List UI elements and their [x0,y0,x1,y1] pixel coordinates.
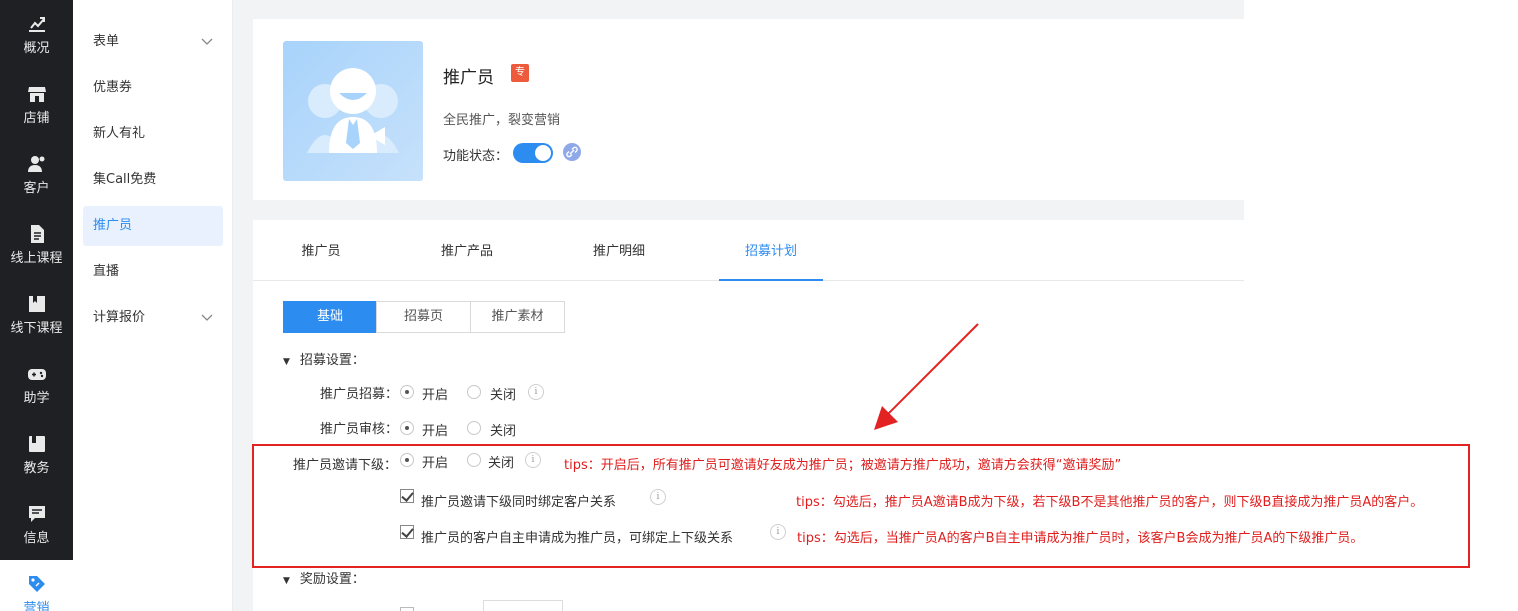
self-apply-checkbox[interactable] [400,525,414,539]
rail-item-label: 营销 [23,601,50,611]
rail-item-overview[interactable]: 概况 [0,0,73,62]
promoter-illustration [283,41,423,181]
submenu-item-label: 计算报价 [93,310,146,325]
bind-customer-tip: tips：勾选后，推广员A邀请B成为下级，若下级B不是其他推广员的客户，则下级B… [796,495,1424,510]
submenu-item-form[interactable]: 表单 [83,22,223,62]
invite-toggle-label: 推广员邀请下级： [293,458,398,473]
submenu-item-call-free[interactable]: 集Call免费 [83,160,223,200]
book-icon [28,436,45,452]
submenu-item-label: 直播 [93,264,120,279]
rail-item-study-aid[interactable]: 助学 [0,350,73,412]
rail-item-label: 助学 [23,391,50,406]
radio-label: 关闭 [488,456,515,471]
promoter-people-icon [307,68,399,153]
tab-bar: 推广员 推广产品 推广明细 招募计划 [253,220,1244,281]
review-toggle-label: 推广员审核： [320,422,399,437]
reward-settings-title[interactable]: ▼ 奖励设置： [283,568,365,587]
gamepad-icon [27,369,46,380]
info-icon[interactable]: i [770,524,786,540]
rail-item-label: 信息 [23,531,50,546]
submenu-item-label: 表单 [93,34,120,49]
review-off-radio[interactable] [467,421,481,435]
chart-trend-icon [28,17,45,32]
radio-label: 关闭 [490,424,517,439]
rail-item-label: 线下课程 [10,321,63,336]
app-info-card: 推广员 专 全民推广，裂变营销 功能状态： [253,19,1244,200]
section-title-text: 奖励设置： [299,572,365,587]
page-title: 推广员 [443,68,494,88]
invite-tip: tips：开启后，所有推广员可邀请好友成为推广员；被邀请方推广成功，邀请方会获得… [564,458,1122,473]
pro-badge: 专 [511,64,529,82]
link-icon[interactable] [563,143,581,161]
submenu-item-label: 推广员 [93,218,133,233]
reward-checkbox[interactable] [400,607,414,611]
submenu-item-coupon[interactable]: 优惠券 [83,68,223,108]
caret-down-icon: ▼ [283,357,290,367]
secondary-menu: 表单 优惠券 新人有礼 集Call免费 推广员 直播 计算报价 [73,0,233,611]
customers-icon [27,156,44,172]
feature-status-toggle[interactable] [513,143,553,163]
rail-item-online-course[interactable]: 线上课程 [0,210,73,272]
tag-icon [28,576,45,592]
radio-label: 关闭 [490,388,517,403]
rail-item-customers[interactable]: 客户 [0,140,73,202]
submenu-item-newcomer-gift[interactable]: 新人有礼 [83,114,223,154]
recruit-toggle-label: 推广员招募： [320,387,399,402]
rail-item-store[interactable]: 店铺 [0,70,73,132]
tab-recruitment-plan[interactable]: 招募计划 [719,220,823,281]
rail-item-label: 教务 [23,461,50,476]
segment-basic[interactable]: 基础 [283,301,377,333]
tab-promotion-details[interactable]: 推广明细 [579,220,659,281]
store-icon [27,87,46,102]
chevron-down-icon [201,298,213,355]
rail-item-label: 线上课程 [10,251,63,266]
review-on-radio[interactable] [400,421,414,435]
submenu-item-quote[interactable]: 计算报价 [83,298,223,338]
submenu-item-live[interactable]: 直播 [83,252,223,292]
recruit-settings-title[interactable]: ▼ 招募设置： [283,349,365,368]
segment-recruit-page[interactable]: 招募页 [376,301,471,333]
radio-label: 开启 [422,456,449,471]
reward-input[interactable] [483,600,563,611]
checkbox-label: 推广员的客户自主申请成为推广员，可绑定上下级关系 [421,531,734,546]
invite-on-radio[interactable] [400,453,414,467]
info-icon[interactable]: i [525,452,541,468]
rail-item-label: 店铺 [23,111,50,126]
rail-item-label: 概况 [23,41,50,56]
submenu-item-label: 优惠券 [93,80,133,95]
rail-item-label: 客户 [23,181,50,196]
tab-promoted-products[interactable]: 推广产品 [427,220,507,281]
info-icon[interactable]: i [650,489,666,505]
recruit-on-radio[interactable] [400,385,414,399]
document-icon [30,225,44,243]
segment-promo-material[interactable]: 推广素材 [470,301,565,333]
radio-label: 开启 [422,388,449,403]
tab-promoter[interactable]: 推广员 [281,220,361,281]
rail-item-academic[interactable]: 教务 [0,420,73,482]
rail-item-offline-course[interactable]: 线下课程 [0,280,73,342]
annotation-arrow-icon [874,323,979,430]
submenu-item-label: 集Call免费 [93,172,157,187]
invite-off-radio[interactable] [467,453,481,467]
submenu-item-label: 新人有礼 [93,126,146,141]
rail-item-message[interactable]: 信息 [0,490,73,552]
info-icon[interactable]: i [528,384,544,400]
caret-down-icon: ▼ [283,576,290,586]
app-description: 全民推广，裂变营销 [443,113,561,128]
message-icon [28,506,45,522]
recruit-off-radio[interactable] [467,385,481,399]
bind-customer-checkbox[interactable] [400,489,414,503]
checkbox-label: 推广员邀请下级同时绑定客户关系 [421,495,617,510]
submenu-item-promoter[interactable]: 推广员 [83,206,223,246]
radio-label: 开启 [422,424,449,439]
main-nav-rail: 概况 店铺 客户 线上课程 线下课程 助学 教务 信息 营销 [0,0,73,611]
section-title-text: 招募设置： [299,353,365,368]
rail-item-marketing[interactable]: 营销 [0,560,73,611]
classroom-icon [28,296,45,312]
status-label: 功能状态： [443,149,509,164]
self-apply-tip: tips：勾选后，当推广员A的客户B自主申请成为推广员时，该客户B会成为推广员A… [797,531,1364,546]
